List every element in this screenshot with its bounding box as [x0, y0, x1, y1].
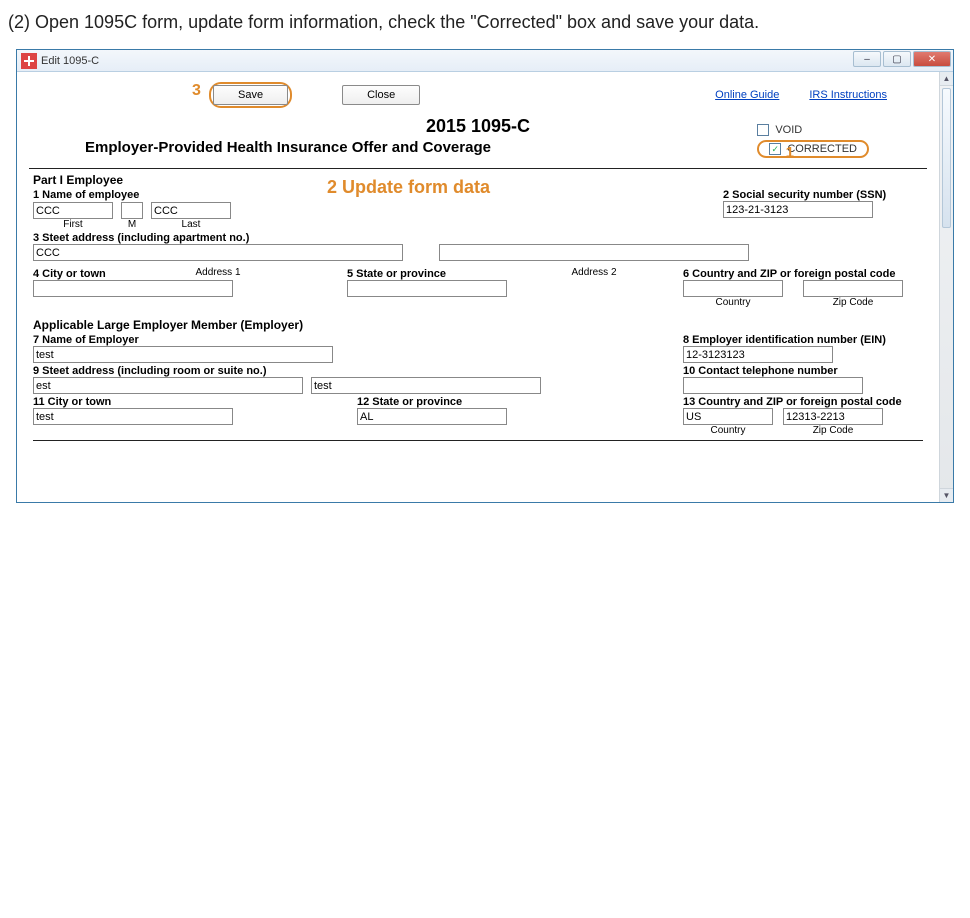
f1-label: 1 Name of employee: [33, 189, 343, 201]
window-titlebar: Edit 1095-C – ▢ ✕: [17, 50, 953, 72]
form-header: 2015 1095-C Employer-Provided Health Ins…: [17, 116, 939, 162]
scroll-thumb[interactable]: [942, 88, 951, 228]
annotation-1: 1: [786, 144, 794, 161]
address1-input[interactable]: [33, 244, 403, 261]
f5-label: 5 State or province: [347, 268, 547, 280]
save-button[interactable]: Save: [213, 85, 288, 105]
online-guide-link[interactable]: Online Guide: [715, 89, 779, 101]
city-input[interactable]: [33, 280, 233, 297]
last-name-input[interactable]: [151, 202, 231, 219]
window-maximize-button[interactable]: ▢: [883, 51, 911, 67]
f7-label: 7 Name of Employer: [33, 334, 353, 346]
scroll-up-button[interactable]: ▲: [940, 72, 953, 86]
employer-zip-input[interactable]: [783, 408, 883, 425]
middle-initial-input[interactable]: [121, 202, 143, 219]
irs-instructions-link[interactable]: IRS Instructions: [809, 89, 887, 101]
zip-input[interactable]: [803, 280, 903, 297]
corrected-label: CORRECTED: [787, 143, 857, 155]
f11-label: 11 City or town: [33, 396, 263, 408]
ein-input[interactable]: [683, 346, 833, 363]
address2-input[interactable]: [439, 244, 749, 261]
employer-state-input[interactable]: [357, 408, 507, 425]
app-window: Edit 1095-C – ▢ ✕ 3 Save Close Online Gu…: [16, 49, 954, 503]
employer-addr1-input[interactable]: [33, 377, 303, 394]
void-label: VOID: [775, 124, 802, 136]
f8-label: 8 Employer identification number (EIN): [683, 334, 923, 346]
middle-sublabel: M: [128, 219, 136, 230]
zip-sublabel: Zip Code: [833, 297, 874, 308]
first-name-input[interactable]: [33, 202, 113, 219]
void-checkbox[interactable]: [757, 124, 769, 136]
annotation-2: 2 Update form data: [327, 177, 490, 198]
bottom-separator: [33, 440, 923, 441]
f4-label: 4 City or town: [33, 268, 263, 280]
annotation-3: 3: [192, 82, 201, 100]
app-icon: [21, 53, 37, 69]
content-viewport: 3 Save Close Online Guide IRS Instructio…: [17, 72, 953, 502]
close-button[interactable]: Close: [342, 85, 420, 105]
state-input[interactable]: [347, 280, 507, 297]
employer-country-sublabel: Country: [710, 425, 745, 436]
country-sublabel: Country: [715, 297, 750, 308]
address2-sublabel: Address 2: [571, 267, 616, 278]
f10-label: 10 Contact telephone number: [683, 365, 923, 377]
telephone-input[interactable]: [683, 377, 863, 394]
corrected-checkbox[interactable]: [769, 143, 781, 155]
ssn-input[interactable]: [723, 201, 873, 218]
f3-label: 3 Steet address (including apartment no.…: [33, 232, 923, 244]
form-part1: 2 Update form data Part I Employee 1 Nam…: [17, 173, 939, 447]
f13-label: 13 Country and ZIP or foreign postal cod…: [683, 396, 923, 408]
employer-city-input[interactable]: [33, 408, 233, 425]
toolbar: 3 Save Close Online Guide IRS Instructio…: [17, 72, 939, 114]
last-name-sublabel: Last: [182, 219, 201, 230]
vertical-scrollbar[interactable]: ▲ ▼: [939, 72, 953, 502]
employer-section-title: Applicable Large Employer Member (Employ…: [33, 318, 923, 332]
f9-label: 9 Steet address (including room or suite…: [33, 365, 553, 377]
f6-label: 6 Country and ZIP or foreign postal code: [683, 268, 923, 280]
first-name-sublabel: First: [63, 219, 82, 230]
corrected-highlight: CORRECTED: [757, 140, 869, 158]
save-button-highlight: Save: [209, 82, 292, 108]
employer-name-input[interactable]: [33, 346, 333, 363]
f2-label: 2 Social security number (SSN): [723, 189, 923, 201]
window-close-button[interactable]: ✕: [913, 51, 951, 67]
employer-addr2-input[interactable]: [311, 377, 541, 394]
instruction-text: (2) Open 1095C form, update form informa…: [0, 0, 970, 39]
window-minimize-button[interactable]: –: [853, 51, 881, 67]
separator: [29, 168, 927, 169]
f12-label: 12 State or province: [357, 396, 557, 408]
window-title: Edit 1095-C: [41, 55, 99, 67]
employer-zip-sublabel: Zip Code: [813, 425, 854, 436]
country-input[interactable]: [683, 280, 783, 297]
scroll-down-button[interactable]: ▼: [940, 488, 953, 502]
employer-country-input[interactable]: [683, 408, 773, 425]
void-corrected-box: VOID CORRECTED: [757, 124, 869, 162]
